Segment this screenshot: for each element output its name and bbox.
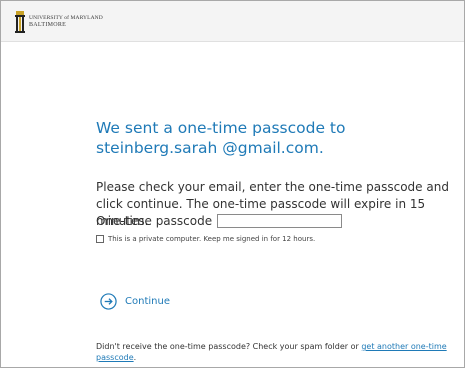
heading-line1: We sent a one-time passcode to <box>96 119 346 137</box>
header-bar: UNIVERSITY of MARYLAND BALTIMORE <box>1 1 464 42</box>
remember-checkbox[interactable] <box>96 235 104 243</box>
heading-email: steinberg.sarah @gmail.com. <box>96 139 324 157</box>
continue-button[interactable]: Continue <box>100 293 170 310</box>
page-heading: We sent a one-time passcode to steinberg… <box>96 118 416 158</box>
otp-input[interactable] <box>217 214 343 228</box>
footer-message: Didn't receive the one-time passcode? Ch… <box>96 342 362 351</box>
logo-line-baltimore: BALTIMORE <box>29 22 67 28</box>
otp-row: One-time passcode <box>96 214 343 228</box>
logo-line-university: UNIVERSITY of MARYLAND <box>29 15 103 21</box>
remember-row: This is a private computer. Keep me sign… <box>96 235 315 243</box>
arrow-circle-right-icon <box>100 293 117 310</box>
logo-text: UNIVERSITY of MARYLAND BALTIMORE <box>29 15 103 29</box>
browser-window: UNIVERSITY of MARYLAND BALTIMORE We sent… <box>0 0 465 368</box>
umb-mace-logo-icon <box>15 11 25 33</box>
otp-label: One-time passcode <box>96 214 213 228</box>
university-logo: UNIVERSITY of MARYLAND BALTIMORE <box>15 11 103 33</box>
footer-text: Didn't receive the one-time passcode? Ch… <box>96 341 456 363</box>
footer-period: . <box>133 353 137 362</box>
continue-label: Continue <box>125 296 170 307</box>
remember-label: This is a private computer. Keep me sign… <box>108 235 316 243</box>
